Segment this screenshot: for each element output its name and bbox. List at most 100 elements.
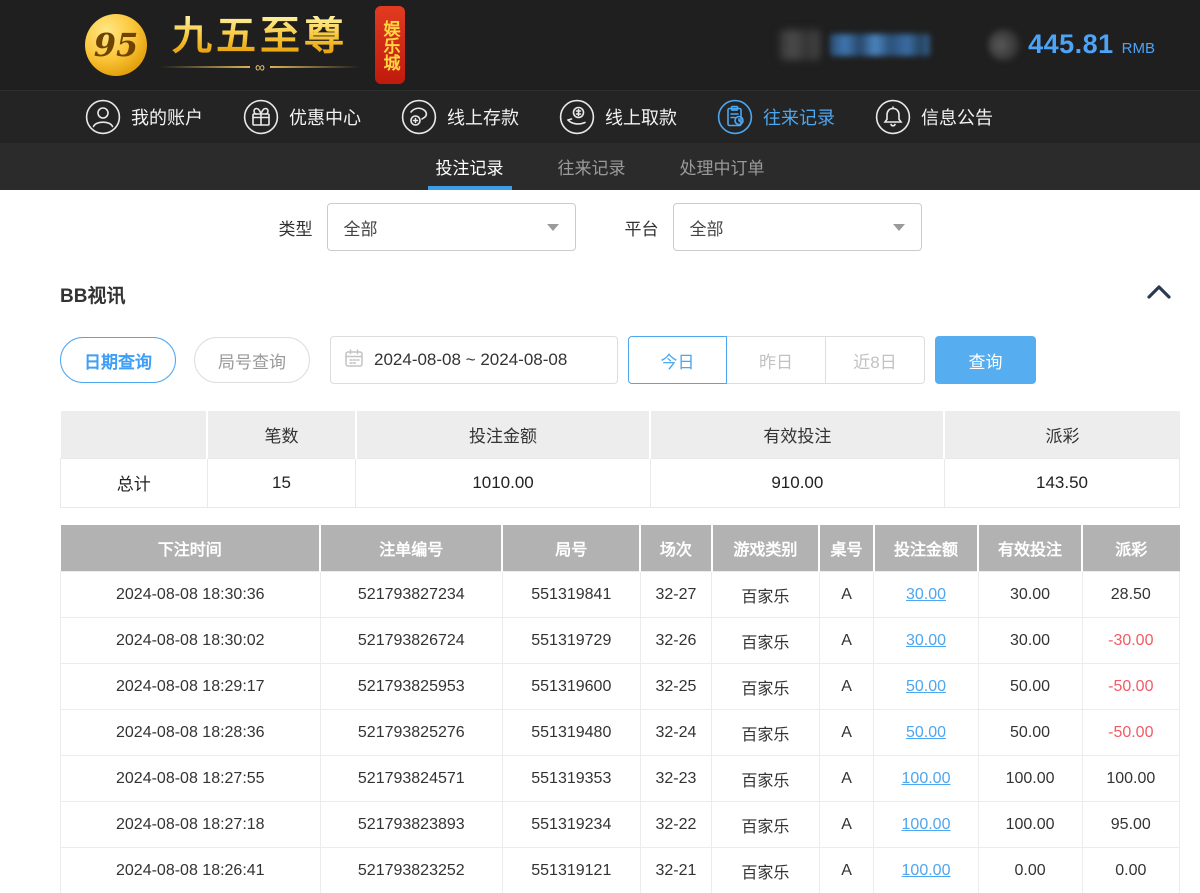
table-cell: 521793826724 <box>320 618 502 664</box>
table-cell: 50.00 <box>874 710 978 756</box>
table-cell: 50.00 <box>978 664 1082 710</box>
logo-95-icon: 95 <box>85 14 147 76</box>
bet-amount-link[interactable]: 30.00 <box>906 632 946 649</box>
quick-range-group: 今日 昨日 近8日 <box>628 336 925 384</box>
bet-records-table: 下注时间注单编号局号场次游戏类别桌号投注金额有效投注派彩 2024-08-08 … <box>60 525 1180 893</box>
table-cell: 32-21 <box>640 848 712 893</box>
deposit-icon <box>401 99 437 135</box>
table-cell: 15 <box>207 458 356 507</box>
site-logo[interactable]: 95 九五至尊 ∞ 娱乐城 <box>85 6 405 84</box>
bet-amount-link[interactable]: 100.00 <box>902 816 951 833</box>
table-cell: -50.00 <box>1082 664 1179 710</box>
platform-select[interactable]: 全部 <box>673 203 922 251</box>
table-cell: 521793823893 <box>320 802 502 848</box>
table-cell: 551319729 <box>502 618 640 664</box>
type-filter-label: 类型 <box>279 215 313 240</box>
nav-item-announcements[interactable]: 信息公告 <box>875 99 993 135</box>
table-cell: 50.00 <box>978 710 1082 756</box>
today-button[interactable]: 今日 <box>628 336 727 384</box>
table-cell: 2024-08-08 18:29:17 <box>61 664 321 710</box>
table-cell: 551319353 <box>502 756 640 802</box>
table-cell: 28.50 <box>1082 572 1179 618</box>
table-row: 2024-08-08 18:27:55521793824571551319353… <box>61 756 1180 802</box>
round-query-button[interactable]: 局号查询 <box>194 337 310 383</box>
table-cell: 551319121 <box>502 848 640 893</box>
nav-item-my-account[interactable]: 我的账户 <box>85 99 203 135</box>
column-header: 派彩 <box>1082 525 1179 572</box>
nav-item-withdraw[interactable]: 线上取款 <box>559 99 677 135</box>
column-header: 有效投注 <box>978 525 1082 572</box>
table-cell: 551319234 <box>502 802 640 848</box>
column-header: 派彩 <box>944 411 1179 458</box>
table-cell: A <box>819 710 874 756</box>
table-cell: 0.00 <box>1082 848 1179 893</box>
last-8-days-button[interactable]: 近8日 <box>826 336 925 384</box>
search-button[interactable]: 查询 <box>935 336 1036 384</box>
nav-item-deposit[interactable]: 线上存款 <box>401 99 519 135</box>
table-cell: 0.00 <box>978 848 1082 893</box>
platform-select-value: 全部 <box>690 215 724 240</box>
logo-badge: 娱乐城 <box>375 6 405 84</box>
user-icon <box>85 99 121 135</box>
table-cell: 30.00 <box>874 572 978 618</box>
table-cell: -50.00 <box>1082 710 1179 756</box>
date-range-value: 2024-08-08 ~ 2024-08-08 <box>374 350 567 370</box>
wallet-icon <box>988 29 1020 61</box>
nav-label: 优惠中心 <box>289 104 361 130</box>
bet-amount-link[interactable]: 50.00 <box>906 724 946 741</box>
table-cell: 百家乐 <box>712 848 819 893</box>
table-cell: A <box>819 572 874 618</box>
date-query-button[interactable]: 日期查询 <box>60 337 176 383</box>
table-row: 2024-08-08 18:29:17521793825953551319600… <box>61 664 1180 710</box>
bet-amount-link[interactable]: 100.00 <box>902 862 951 879</box>
column-header: 游戏类别 <box>712 525 819 572</box>
column-header: 场次 <box>640 525 712 572</box>
column-header: 下注时间 <box>61 525 321 572</box>
chevron-up-icon[interactable] <box>1146 283 1172 306</box>
date-range-picker[interactable]: 2024-08-08 ~ 2024-08-08 <box>330 336 618 384</box>
table-cell: 百家乐 <box>712 664 819 710</box>
tab-transaction-records[interactable]: 往来记录 <box>553 143 631 190</box>
records-icon <box>717 99 753 135</box>
tab-pending-orders[interactable]: 处理中订单 <box>675 143 770 190</box>
table-cell: 30.00 <box>978 572 1082 618</box>
table-cell: 100.00 <box>874 848 978 893</box>
table-cell: 32-24 <box>640 710 712 756</box>
table-cell: A <box>819 756 874 802</box>
user-account[interactable] <box>780 30 930 60</box>
table-cell: 100.00 <box>874 756 978 802</box>
nav-item-promotions[interactable]: 优惠中心 <box>243 99 361 135</box>
table-cell: 32-25 <box>640 664 712 710</box>
tab-bet-records[interactable]: 投注记录 <box>431 143 509 190</box>
summary-header-row: 笔数投注金额有效投注派彩 <box>61 411 1180 458</box>
query-toolbar: 日期查询 局号查询 2024-08-08 ~ 2024-08-08 今日 昨日 … <box>60 336 1180 384</box>
table-cell: 95.00 <box>1082 802 1179 848</box>
type-select[interactable]: 全部 <box>327 203 576 251</box>
nav-item-transaction-records[interactable]: 往来记录 <box>717 99 835 135</box>
section-title: BB视讯 <box>60 281 125 308</box>
calendar-icon <box>344 348 364 373</box>
top-header: 95 九五至尊 ∞ 娱乐城 445.81 RMB <box>0 0 1200 90</box>
summary-total-row: 总计151010.00910.00143.50 <box>61 458 1180 507</box>
table-cell: 100.00 <box>978 802 1082 848</box>
table-cell: 2024-08-08 18:30:02 <box>61 618 321 664</box>
chevron-down-icon <box>547 224 559 231</box>
table-cell: 30.00 <box>874 618 978 664</box>
balance[interactable]: 445.81 RMB <box>988 29 1155 61</box>
bet-amount-link[interactable]: 30.00 <box>906 586 946 603</box>
column-header: 投注金额 <box>356 411 650 458</box>
bet-amount-link[interactable]: 50.00 <box>906 678 946 695</box>
table-cell: 百家乐 <box>712 756 819 802</box>
yesterday-button[interactable]: 昨日 <box>727 336 826 384</box>
table-cell: A <box>819 664 874 710</box>
column-header: 注单编号 <box>320 525 502 572</box>
filter-row: 类型 全部 平台 全部 <box>0 203 1200 251</box>
table-cell: 521793825953 <box>320 664 502 710</box>
bet-amount-link[interactable]: 100.00 <box>902 770 951 787</box>
balance-amount: 445.81 <box>1028 29 1114 60</box>
table-cell: 32-27 <box>640 572 712 618</box>
table-cell: A <box>819 618 874 664</box>
nav-label: 线上取款 <box>605 104 677 130</box>
table-cell: 50.00 <box>874 664 978 710</box>
table-cell: A <box>819 802 874 848</box>
